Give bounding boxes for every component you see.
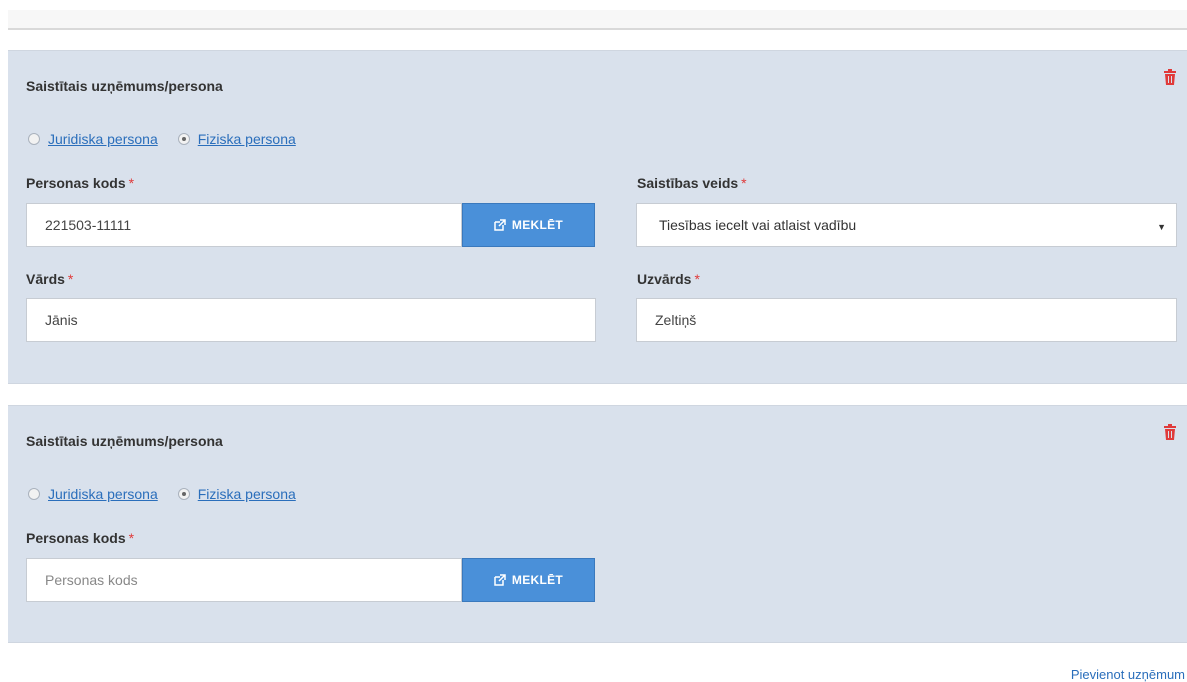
radio-label-fiziska[interactable]: Fiziska persona — [198, 131, 296, 147]
radio-label-fiziska[interactable]: Fiziska persona — [198, 486, 296, 502]
related-entity-panel-1: Saistītais uzņēmums/persona Juridiska pe… — [8, 50, 1187, 384]
radio-fiziska-persona[interactable] — [177, 488, 190, 500]
external-link-icon — [494, 219, 506, 231]
personas-kods-label: Personas kods * — [26, 530, 134, 546]
vards-label-text: Vārds — [26, 271, 65, 287]
required-marker: * — [694, 271, 700, 287]
add-company-link[interactable]: Pievienot uzņēmum — [1071, 667, 1185, 682]
personas-kods-label: Personas kods * — [26, 175, 134, 191]
search-button-label: MEKLĒT — [511, 218, 564, 232]
radio-label-juridiska[interactable]: Juridiska persona — [48, 486, 158, 502]
required-marker: * — [67, 271, 74, 287]
trash-icon[interactable] — [1163, 69, 1177, 85]
saistibas-veids-label: Saistības veids * — [637, 175, 747, 191]
search-button-label: MEKLĒT — [511, 573, 564, 587]
required-marker: * — [741, 175, 747, 191]
uzvards-label: Uzvārds * — [637, 271, 700, 287]
related-entity-panel-2: Saistītais uzņēmums/persona Juridiska pe… — [8, 405, 1187, 643]
saistibas-veids-value: Tiesības iecelt vai atlaist vadību — [659, 217, 857, 233]
panel-title: Saistītais uzņēmums/persona — [26, 433, 223, 449]
saistibas-veids-select[interactable]: Tiesības iecelt vai atlaist vadību ▼ — [636, 203, 1177, 247]
personas-kods-input[interactable]: 221503-11111 — [26, 203, 462, 247]
uzvards-input[interactable]: Zeltiņš — [636, 298, 1177, 342]
personas-kods-label-text: Personas kods — [26, 530, 126, 546]
radio-juridiska-persona[interactable] — [28, 133, 40, 145]
person-type-radio-group: Juridiska persona Fiziska persona — [28, 486, 316, 502]
panel-title: Saistītais uzņēmums/persona — [26, 78, 223, 94]
personas-kods-label-text: Personas kods — [26, 175, 126, 191]
caret-down-icon: ▼ — [1157, 222, 1166, 232]
radio-juridiska-persona[interactable] — [28, 488, 40, 500]
uzvards-label-text: Uzvārds — [637, 271, 692, 287]
vards-input[interactable]: Jānis — [26, 298, 596, 342]
required-marker: * — [128, 530, 135, 546]
search-button[interactable]: MEKLĒT — [462, 558, 595, 602]
trash-icon[interactable] — [1163, 424, 1177, 440]
external-link-icon — [494, 574, 506, 586]
personas-kods-input[interactable]: Personas kods — [26, 558, 462, 602]
top-bar — [8, 10, 1187, 30]
search-button[interactable]: MEKLĒT — [462, 203, 595, 247]
required-marker: * — [128, 175, 135, 191]
vards-label: Vārds * — [26, 271, 73, 287]
radio-fiziska-persona[interactable] — [177, 133, 190, 145]
person-type-radio-group: Juridiska persona Fiziska persona — [28, 131, 316, 147]
radio-label-juridiska[interactable]: Juridiska persona — [48, 131, 158, 147]
saistibas-veids-label-text: Saistības veids — [637, 175, 739, 191]
